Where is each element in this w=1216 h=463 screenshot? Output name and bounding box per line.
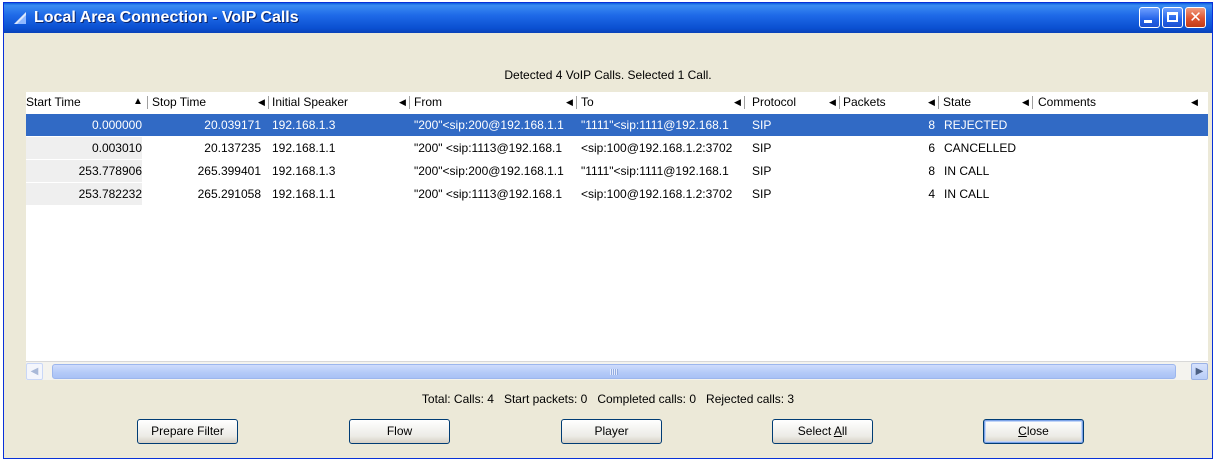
- calls-table[interactable]: Start Time ▲ Stop Time ◀ Initial Speaker…: [26, 92, 1208, 379]
- close-button[interactable]: Close: [983, 419, 1084, 444]
- cell-stop-time: 20.039171: [204, 118, 261, 132]
- table-header: Start Time ▲ Stop Time ◀ Initial Speaker…: [26, 92, 1208, 112]
- cell-initial-speaker: 192.168.1.1: [272, 187, 336, 201]
- title-bar[interactable]: Local Area Connection - VoIP Calls ✕: [4, 3, 1212, 33]
- cell-to: <sip:100@192.168.1.2:3702: [581, 187, 733, 201]
- cell-start-time: 253.782232: [26, 183, 142, 205]
- cell-state: CANCELLED: [944, 141, 1017, 155]
- column-header-to[interactable]: To: [581, 92, 594, 112]
- cell-comments: [1038, 160, 1198, 182]
- cell-start-time: 0.000000: [91, 118, 142, 132]
- table-row[interactable]: 0.000000 20.039171 192.168.1.3 "200"<sip…: [26, 114, 1208, 136]
- cell-protocol: SIP: [752, 118, 772, 132]
- cell-comments: [1038, 137, 1198, 159]
- cell-initial-speaker: 192.168.1.1: [272, 141, 336, 155]
- table-row[interactable]: 253.782232 265.291058 192.168.1.1 "200" …: [26, 183, 1208, 205]
- table-row[interactable]: 0.003010 20.137235 192.168.1.1 "200" <si…: [26, 137, 1208, 159]
- voip-window-icon: [14, 12, 26, 24]
- minimize-button[interactable]: [1139, 7, 1160, 28]
- call-summary-status: Total: Calls: 4 Start packets: 0 Complet…: [421, 392, 795, 406]
- close-mnemonic: C: [1018, 424, 1027, 438]
- column-header-stop-time[interactable]: Stop Time: [152, 92, 206, 112]
- cell-comments: [1038, 183, 1198, 205]
- column-left-arrow-icon: ◀: [1191, 97, 1198, 107]
- cell-from: "200"<sip:200@192.168.1.1: [414, 118, 564, 132]
- cell-to: "1111"<sip:1111@192.168.1: [581, 164, 729, 178]
- cell-protocol: SIP: [752, 187, 772, 201]
- voip-calls-window: Local Area Connection - VoIP Calls ✕ Det…: [3, 2, 1213, 459]
- grip-icon: [610, 369, 618, 375]
- column-left-arrow-icon: ◀: [1022, 97, 1029, 107]
- column-header-initial-speaker[interactable]: Initial Speaker: [272, 92, 348, 112]
- column-left-arrow-icon: ◀: [399, 97, 406, 107]
- sort-ascending-icon: ▲: [133, 96, 143, 107]
- column-header-start-time[interactable]: Start Time: [26, 92, 81, 112]
- cell-comments: [1038, 114, 1198, 136]
- cell-from: "200" <sip:1113@192.168.1: [414, 187, 563, 201]
- detected-calls-status: Detected 4 VoIP Calls. Selected 1 Call.: [504, 68, 712, 82]
- cell-initial-speaker: 192.168.1.3: [272, 118, 336, 132]
- cell-state: IN CALL: [944, 164, 990, 178]
- cell-stop-time: 265.399401: [197, 164, 261, 178]
- player-button[interactable]: Player: [561, 419, 662, 444]
- close-icon: ✕: [1189, 8, 1202, 26]
- column-header-from[interactable]: From: [414, 92, 442, 112]
- select-all-label-suffix: ll: [841, 424, 848, 438]
- column-header-state[interactable]: State: [943, 92, 971, 112]
- window-title: Local Area Connection - VoIP Calls: [34, 9, 299, 26]
- horizontal-scrollbar[interactable]: ◀ ▶: [26, 361, 1208, 380]
- maximize-button[interactable]: [1162, 7, 1183, 28]
- column-header-packets[interactable]: Packets: [843, 92, 886, 112]
- column-left-arrow-icon: ◀: [734, 97, 741, 107]
- cell-start-time: 0.003010: [26, 137, 142, 159]
- flow-button[interactable]: Flow: [349, 419, 450, 444]
- cell-to: "1111"<sip:1111@192.168.1: [581, 118, 729, 132]
- column-header-protocol[interactable]: Protocol: [752, 92, 796, 112]
- select-all-label-prefix: Select: [797, 424, 834, 438]
- select-all-button[interactable]: Select All: [772, 419, 873, 444]
- minimize-icon: [1144, 20, 1152, 23]
- cell-stop-time: 265.291058: [197, 187, 261, 201]
- close-label-suffix: lose: [1026, 424, 1049, 438]
- cell-protocol: SIP: [752, 141, 772, 155]
- cell-state: IN CALL: [944, 187, 990, 201]
- cell-to: <sip:100@192.168.1.2:3702: [581, 141, 733, 155]
- scrollbar-thumb[interactable]: [52, 364, 1176, 379]
- cell-state: REJECTED: [944, 118, 1008, 132]
- cell-packets: 4: [928, 187, 935, 201]
- maximize-icon: [1167, 12, 1178, 22]
- cell-from: "200" <sip:1113@192.168.1: [414, 141, 563, 155]
- column-left-arrow-icon: ◀: [258, 97, 265, 107]
- cell-stop-time: 20.137235: [204, 141, 261, 155]
- close-window-button[interactable]: ✕: [1185, 7, 1206, 28]
- cell-start-time: 253.778906: [26, 160, 142, 182]
- cell-packets: 8: [928, 164, 935, 178]
- column-left-arrow-icon: ◀: [566, 97, 573, 107]
- prepare-filter-button[interactable]: Prepare Filter: [137, 419, 238, 444]
- column-left-arrow-icon: ◀: [928, 97, 935, 107]
- cell-from: "200"<sip:200@192.168.1.1: [414, 164, 564, 178]
- table-row[interactable]: 253.778906 265.399401 192.168.1.3 "200"<…: [26, 160, 1208, 182]
- select-all-mnemonic: A: [833, 424, 842, 438]
- scroll-right-icon[interactable]: ▶: [1191, 363, 1208, 380]
- column-left-arrow-icon: ◀: [829, 97, 836, 107]
- cell-protocol: SIP: [752, 164, 772, 178]
- cell-packets: 6: [928, 141, 935, 155]
- scroll-left-icon[interactable]: ◀: [26, 363, 43, 380]
- cell-initial-speaker: 192.168.1.3: [272, 164, 336, 178]
- cell-packets: 8: [928, 118, 935, 132]
- column-header-comments[interactable]: Comments: [1038, 92, 1096, 112]
